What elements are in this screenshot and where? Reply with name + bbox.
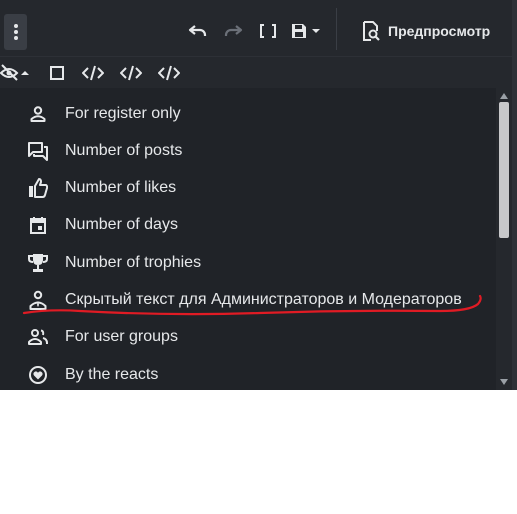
comments-icon — [28, 141, 48, 161]
vertical-dots-icon — [13, 24, 18, 40]
preview-button[interactable]: Предпросмотр — [362, 18, 490, 44]
calendar-icon — [28, 215, 48, 235]
panel-edge — [512, 0, 517, 390]
scrollbar-thumb[interactable] — [499, 102, 509, 238]
toolbar-divider — [336, 8, 337, 50]
person-icon — [28, 104, 48, 124]
preview-icon — [363, 21, 380, 41]
code-button-1[interactable] — [82, 63, 104, 83]
menu-item-label: Number of likes — [65, 178, 177, 196]
code-icon — [158, 65, 180, 81]
menu-item-posts[interactable]: Number of posts — [0, 132, 496, 169]
menu-item-label: Number of trophies — [65, 253, 202, 271]
red-underline-annotation — [22, 294, 482, 316]
save-button[interactable] — [290, 20, 322, 42]
undo-icon — [188, 25, 207, 36]
redo-button[interactable] — [222, 20, 244, 42]
trophy-icon — [28, 253, 48, 273]
square-icon — [50, 66, 64, 80]
code-icon — [82, 65, 104, 81]
visibility-dropdown[interactable] — [0, 63, 30, 83]
visibility-menu: For register only Number of posts Number… — [0, 88, 496, 390]
menu-item-trophies[interactable]: Number of trophies — [0, 244, 496, 281]
menu-item-label: For user groups — [65, 327, 178, 345]
menu-item-label: By the reacts — [65, 365, 159, 383]
menu-item-days[interactable]: Number of days — [0, 206, 496, 243]
menu-item-reacts[interactable]: By the reacts — [0, 356, 496, 390]
menu-item-likes[interactable]: Number of likes — [0, 169, 496, 206]
scroll-up-arrow-icon[interactable] — [500, 93, 508, 99]
brackets-button[interactable] — [257, 20, 279, 42]
undo-button[interactable] — [187, 20, 209, 42]
preview-label: Предпросмотр — [388, 23, 491, 39]
users-icon — [28, 327, 48, 347]
redo-icon — [224, 25, 243, 36]
scroll-down-arrow-icon[interactable] — [500, 379, 508, 385]
menu-scrollbar[interactable] — [496, 88, 512, 390]
save-icon — [292, 24, 320, 38]
thumbs-up-icon — [28, 177, 48, 198]
menu-button[interactable] — [4, 14, 27, 50]
menu-item-label: For register only — [65, 104, 181, 122]
visibility-off-icon — [0, 64, 29, 81]
menu-item-register-only[interactable]: For register only — [0, 95, 496, 132]
code-icon — [120, 65, 142, 81]
heart-circle-icon — [28, 365, 48, 385]
brackets-icon — [260, 24, 276, 38]
code-button-2[interactable] — [120, 63, 142, 83]
menu-item-label: Number of posts — [65, 141, 183, 159]
top-toolbar: Предпросмотр — [0, 0, 517, 56]
editor-panel: Предпросмотр For register only Number of… — [0, 0, 517, 390]
menu-item-label: Number of days — [65, 215, 178, 233]
block-button[interactable] — [47, 63, 67, 83]
code-button-3[interactable] — [158, 63, 180, 83]
menu-item-user-groups[interactable]: For user groups — [0, 318, 496, 355]
secondary-toolbar — [0, 56, 517, 89]
